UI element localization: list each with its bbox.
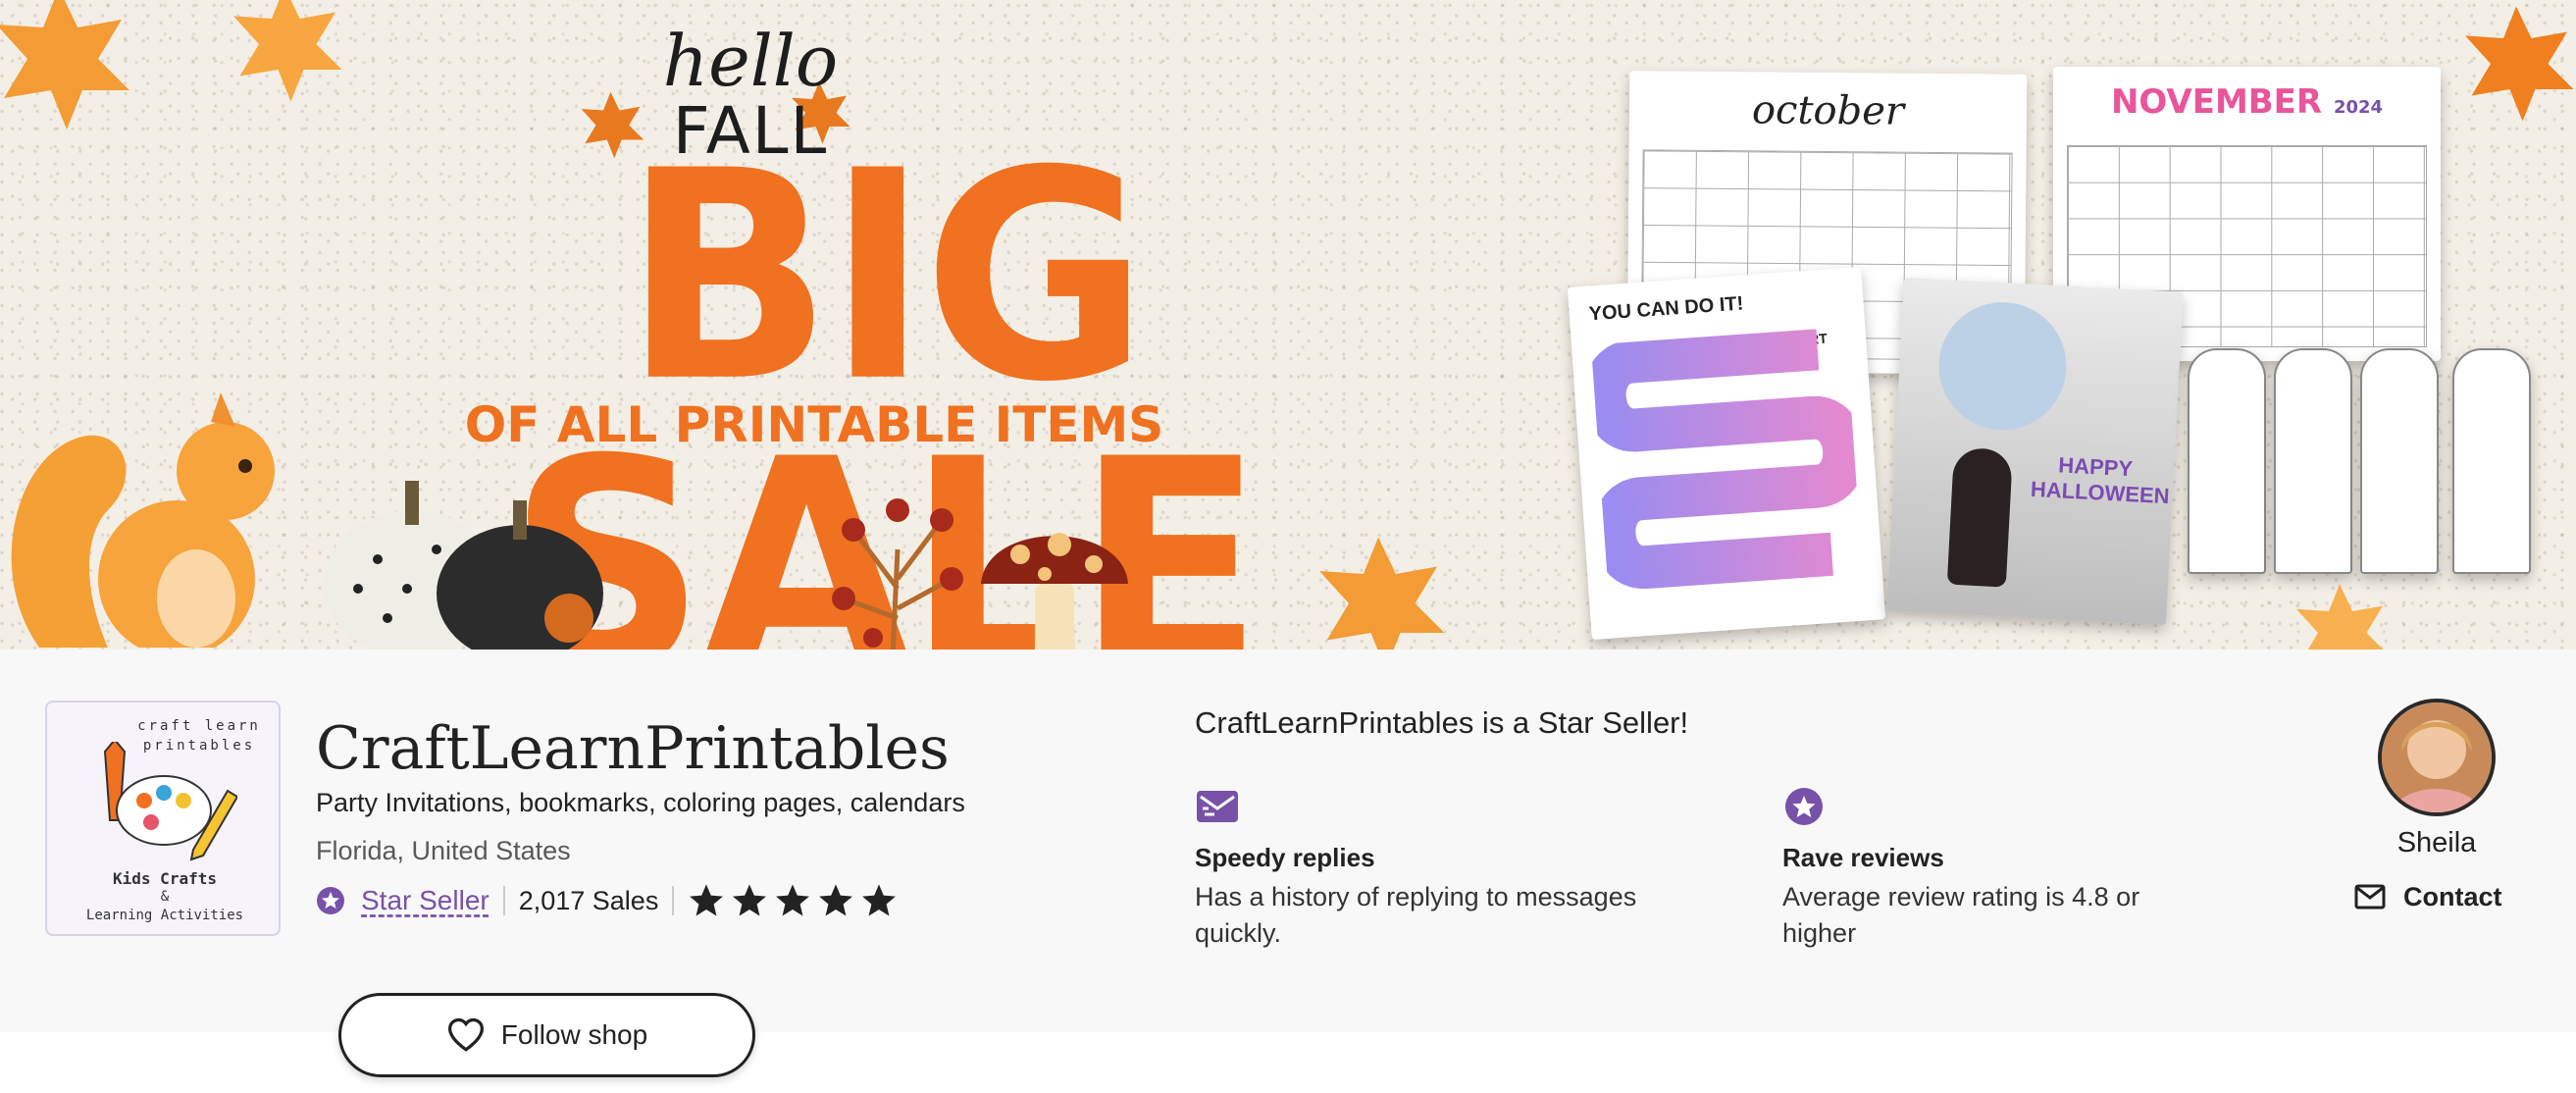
bookmark-item	[2274, 348, 2352, 574]
star-icon	[776, 884, 810, 916]
shop-title: Party Invitations, bookmarks, coloring p…	[316, 788, 965, 817]
board-game-title: YOU CAN DO IT!	[1588, 292, 1744, 326]
divider	[502, 886, 505, 915]
witch-girl-illustration-icon	[1946, 446, 2014, 588]
halloween-card-title: HAPPY HALLOWEEN	[2030, 452, 2171, 509]
palette-pencil-icon	[103, 742, 237, 861]
envelope-outline-icon	[2354, 884, 2386, 910]
rating-stars[interactable]	[688, 882, 898, 919]
shop-name: CraftLearnPrintables	[316, 714, 950, 783]
board-game-path-icon	[1590, 327, 1865, 589]
follow-shop-button[interactable]: Follow shop	[338, 993, 755, 1077]
bookmarks-preview	[2188, 348, 2576, 574]
leaf-decoration-icon	[0, 0, 129, 130]
squirrel-illustration-icon	[11, 392, 275, 648]
star-seller-badge-icon	[317, 887, 344, 914]
contact-button[interactable]: Contact	[2354, 875, 2502, 918]
leaf-decoration-icon	[233, 0, 342, 102]
envelope-icon	[1197, 791, 1238, 822]
shop-logo[interactable]: craft learn printables Kids Crafts & Lea…	[45, 701, 281, 936]
star-icon	[819, 884, 853, 916]
leaf-decoration-icon	[2465, 6, 2574, 122]
feature-description: Average review rating is 4.8 or higher	[1782, 882, 2140, 948]
shop-meta-row: Star Seller 2,017 Sales	[316, 881, 898, 920]
sales-count: 2,017 Sales	[518, 885, 659, 915]
star-seller-heading: CraftLearnPrintables is a Star Seller!	[1195, 705, 1689, 740]
shop-owner-name: Sheila	[2396, 827, 2477, 859]
divider	[672, 886, 675, 915]
star-icon	[733, 884, 767, 916]
contact-label: Contact	[2403, 881, 2502, 911]
mushroom-illustration-icon	[981, 533, 1128, 650]
owner-photo-icon	[2382, 703, 2492, 812]
pumpkins-illustration-icon	[324, 481, 603, 650]
shop-owner-avatar[interactable]	[2378, 699, 2496, 816]
heart-icon	[447, 1017, 484, 1052]
shop-logo-bottom-text: Kids Crafts & Learning Activities	[85, 869, 244, 923]
star-seller-link[interactable]: Star Seller	[361, 885, 489, 916]
banner-subheadline: OF ALL PRINTABLE ITEMS	[464, 396, 1164, 453]
halloween-invitation-preview: HAPPY HALLOWEEN	[1886, 277, 2184, 626]
november-calendar-title: NOVEMBER 2024	[2110, 82, 2384, 122]
star-icon	[862, 884, 897, 916]
follow-shop-label: Follow shop	[500, 1019, 648, 1050]
feature-speedy-replies: Speedy replies Has a history of replying…	[1195, 787, 1744, 952]
balloons-illustration-icon	[1935, 298, 2070, 434]
feature-description: Has a history of replying to messages qu…	[1195, 882, 1637, 948]
feature-title: Rave reviews	[1782, 843, 1944, 872]
star-badge-icon	[1785, 788, 1823, 825]
leaf-decoration-icon	[2296, 584, 2384, 650]
bookmark-item	[2360, 348, 2439, 574]
shop-banner: hello FALL BIG SALE OF ALL PRINTABLE ITE…	[0, 0, 2576, 650]
bookmark-item	[2188, 348, 2266, 574]
feature-rave-reviews: Rave reviews Average review rating is 4.…	[1782, 787, 2332, 952]
bookmark-item	[2452, 348, 2531, 574]
berries-branch-icon	[832, 498, 963, 650]
banner-hello-text: hello	[662, 20, 839, 102]
star-icon	[690, 884, 724, 916]
board-game-printable-preview: YOU CAN DO IT! START	[1567, 266, 1886, 641]
feature-title: Speedy replies	[1195, 843, 1375, 872]
october-calendar-title: october	[1751, 87, 1905, 134]
shop-location: Florida, United States	[316, 836, 571, 865]
